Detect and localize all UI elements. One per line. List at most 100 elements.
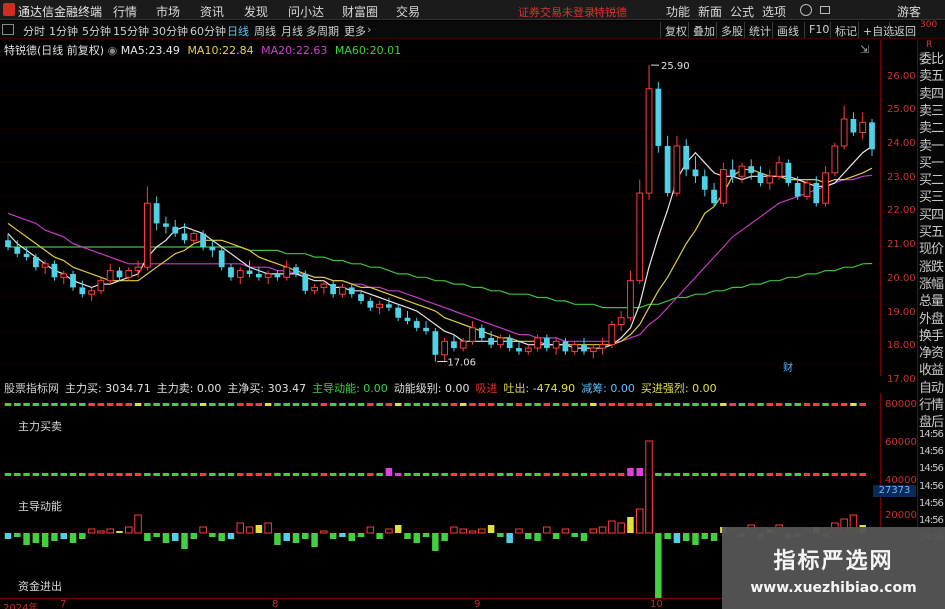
indicator-tick: 20000 bbox=[885, 510, 917, 521]
tab-multi-period[interactable]: 多周期 bbox=[306, 23, 339, 39]
toolbar-stats[interactable]: 统计 bbox=[744, 22, 775, 38]
momentum-dot bbox=[803, 473, 811, 476]
menu-item-wealth-circle[interactable]: 财富圈 bbox=[342, 3, 378, 20]
sidebar-item[interactable]: 卖四 bbox=[919, 83, 945, 101]
menu-item-options[interactable]: 选项 bbox=[762, 3, 786, 20]
sidebar-item[interactable]: 卖三 bbox=[919, 100, 945, 118]
candle-body bbox=[395, 307, 402, 318]
strength-dot bbox=[552, 403, 560, 406]
indicator-tick: 80000 bbox=[885, 399, 917, 410]
tab-monthly[interactable]: 月线 bbox=[281, 23, 303, 39]
toolbar-overlay[interactable]: 叠加 bbox=[688, 22, 719, 38]
toolbar-multi-stock[interactable]: 多股 bbox=[716, 22, 747, 38]
tab-timeshare[interactable]: 分时 bbox=[23, 23, 45, 39]
tab-60min[interactable]: 60分钟 bbox=[190, 23, 226, 39]
sidebar-item[interactable]: 卖二 bbox=[919, 117, 945, 135]
sidebar-item[interactable]: 委比 bbox=[919, 48, 945, 66]
sidebar-item[interactable]: 买一 bbox=[919, 152, 945, 170]
sidebar-item[interactable]: 收益 bbox=[919, 359, 945, 377]
strength-dot bbox=[69, 403, 77, 406]
sidebar-item[interactable]: 14:56 bbox=[919, 481, 945, 499]
toolbar-mark[interactable]: 标记 bbox=[830, 22, 861, 38]
menu-bar: 通达信金融终端 行情 市场 资讯 发现 问小达 财富圈 交易 证券交易未登录 特… bbox=[0, 0, 945, 20]
sidebar-item[interactable]: 14:56 bbox=[919, 463, 945, 481]
flow-bar bbox=[385, 528, 393, 534]
flow-bar bbox=[153, 533, 160, 537]
sidebar-item[interactable]: 14:56 bbox=[919, 446, 945, 464]
strength-dot bbox=[292, 403, 300, 406]
menu-item-layout[interactable]: 新面 bbox=[698, 3, 722, 20]
strength-dot bbox=[311, 403, 318, 406]
menu-item-function[interactable]: 功能 bbox=[666, 3, 690, 20]
sidebar-item[interactable]: 净资 bbox=[919, 342, 945, 360]
momentum-dot bbox=[469, 473, 476, 476]
sidebar-item[interactable]: 自动 bbox=[919, 377, 945, 395]
flow-bar bbox=[655, 533, 662, 598]
tab-more[interactable]: 更多 bbox=[344, 23, 366, 39]
layout-toggle-icon[interactable] bbox=[2, 24, 14, 35]
login-notice[interactable]: 证券交易未登录 bbox=[518, 4, 595, 20]
user-guest[interactable]: 游客 bbox=[897, 3, 921, 20]
sidebar-item[interactable]: 14:56 bbox=[919, 429, 945, 447]
momentum-dot bbox=[655, 473, 662, 476]
strength-dot bbox=[803, 403, 811, 406]
menu-item-quotes[interactable]: 行情 bbox=[113, 3, 137, 20]
momentum-dot bbox=[394, 473, 402, 476]
sidebar-item[interactable]: 外盘 bbox=[919, 308, 945, 326]
sidebar-item[interactable]: 总量 bbox=[919, 290, 945, 308]
sidebar-item[interactable]: 现价 bbox=[919, 238, 945, 256]
tab-daily[interactable]: 日线 bbox=[227, 23, 249, 39]
flow-bar bbox=[209, 533, 216, 537]
sidebar-item[interactable]: 卖一 bbox=[919, 135, 945, 153]
tab-30min[interactable]: 30分钟 bbox=[152, 23, 188, 39]
sidebar-item[interactable]: 买五 bbox=[919, 221, 945, 239]
chevron-right-icon[interactable]: › bbox=[367, 23, 371, 36]
menu-item-news[interactable]: 资讯 bbox=[200, 3, 224, 20]
menu-item-market[interactable]: 市场 bbox=[156, 3, 180, 20]
sidebar-item[interactable]: 涨幅 bbox=[919, 273, 945, 291]
message-icon[interactable] bbox=[800, 4, 812, 16]
sidebar-item[interactable]: 买四 bbox=[919, 204, 945, 222]
menu-item-ask[interactable]: 问小达 bbox=[288, 3, 324, 20]
candle-body bbox=[41, 263, 49, 268]
flow-bar bbox=[506, 533, 513, 543]
toolbar-adjust[interactable]: 复权 bbox=[660, 22, 691, 38]
candle-body bbox=[339, 286, 346, 295]
toolbar-draw-line[interactable]: 画线 bbox=[772, 22, 803, 38]
sidebar-item[interactable]: 换手 bbox=[919, 325, 945, 343]
toolbar-back[interactable]: 返回 bbox=[889, 22, 920, 38]
candle-body bbox=[413, 321, 420, 328]
strength-dot bbox=[376, 403, 383, 406]
momentum-dot bbox=[729, 473, 736, 476]
flow-bar bbox=[245, 526, 254, 534]
sidebar-item[interactable]: 行情 bbox=[919, 394, 945, 412]
flow-bar bbox=[664, 533, 671, 539]
tab-1min[interactable]: 1分钟 bbox=[49, 23, 78, 39]
candle-body bbox=[757, 172, 764, 183]
candle-body bbox=[236, 270, 244, 278]
sidebar-item[interactable]: 14:56 bbox=[919, 498, 945, 516]
candlestick-chart[interactable]: 25.90 17.06 财 bbox=[0, 55, 916, 375]
sidebar-item[interactable]: 买三 bbox=[919, 186, 945, 204]
sidebar-item[interactable]: 卖五 bbox=[919, 65, 945, 83]
candle-body bbox=[664, 145, 671, 194]
tab-5min[interactable]: 5分钟 bbox=[82, 23, 111, 39]
window-icon[interactable] bbox=[820, 6, 830, 14]
strength-dot bbox=[627, 403, 634, 406]
sidebar-item[interactable]: 买二 bbox=[919, 169, 945, 187]
tab-15min[interactable]: 15分钟 bbox=[113, 23, 149, 39]
toolbar-f10[interactable]: F10 bbox=[804, 22, 833, 38]
sidebar-item[interactable]: 盘后 bbox=[919, 411, 945, 429]
tab-weekly[interactable]: 周线 bbox=[254, 23, 276, 39]
candle-body bbox=[116, 270, 123, 278]
sidebar-item[interactable]: 涨跌 bbox=[919, 256, 945, 274]
candle-body bbox=[636, 192, 644, 282]
momentum-dot bbox=[673, 473, 681, 476]
strength-dot bbox=[14, 403, 21, 406]
flow-bar bbox=[320, 530, 328, 534]
flow-bar bbox=[627, 517, 634, 533]
menu-item-formula[interactable]: 公式 bbox=[730, 3, 754, 20]
menu-item-trade[interactable]: 交易 bbox=[396, 3, 420, 20]
flow-bar bbox=[710, 533, 718, 541]
menu-item-discover[interactable]: 发现 bbox=[244, 3, 268, 20]
